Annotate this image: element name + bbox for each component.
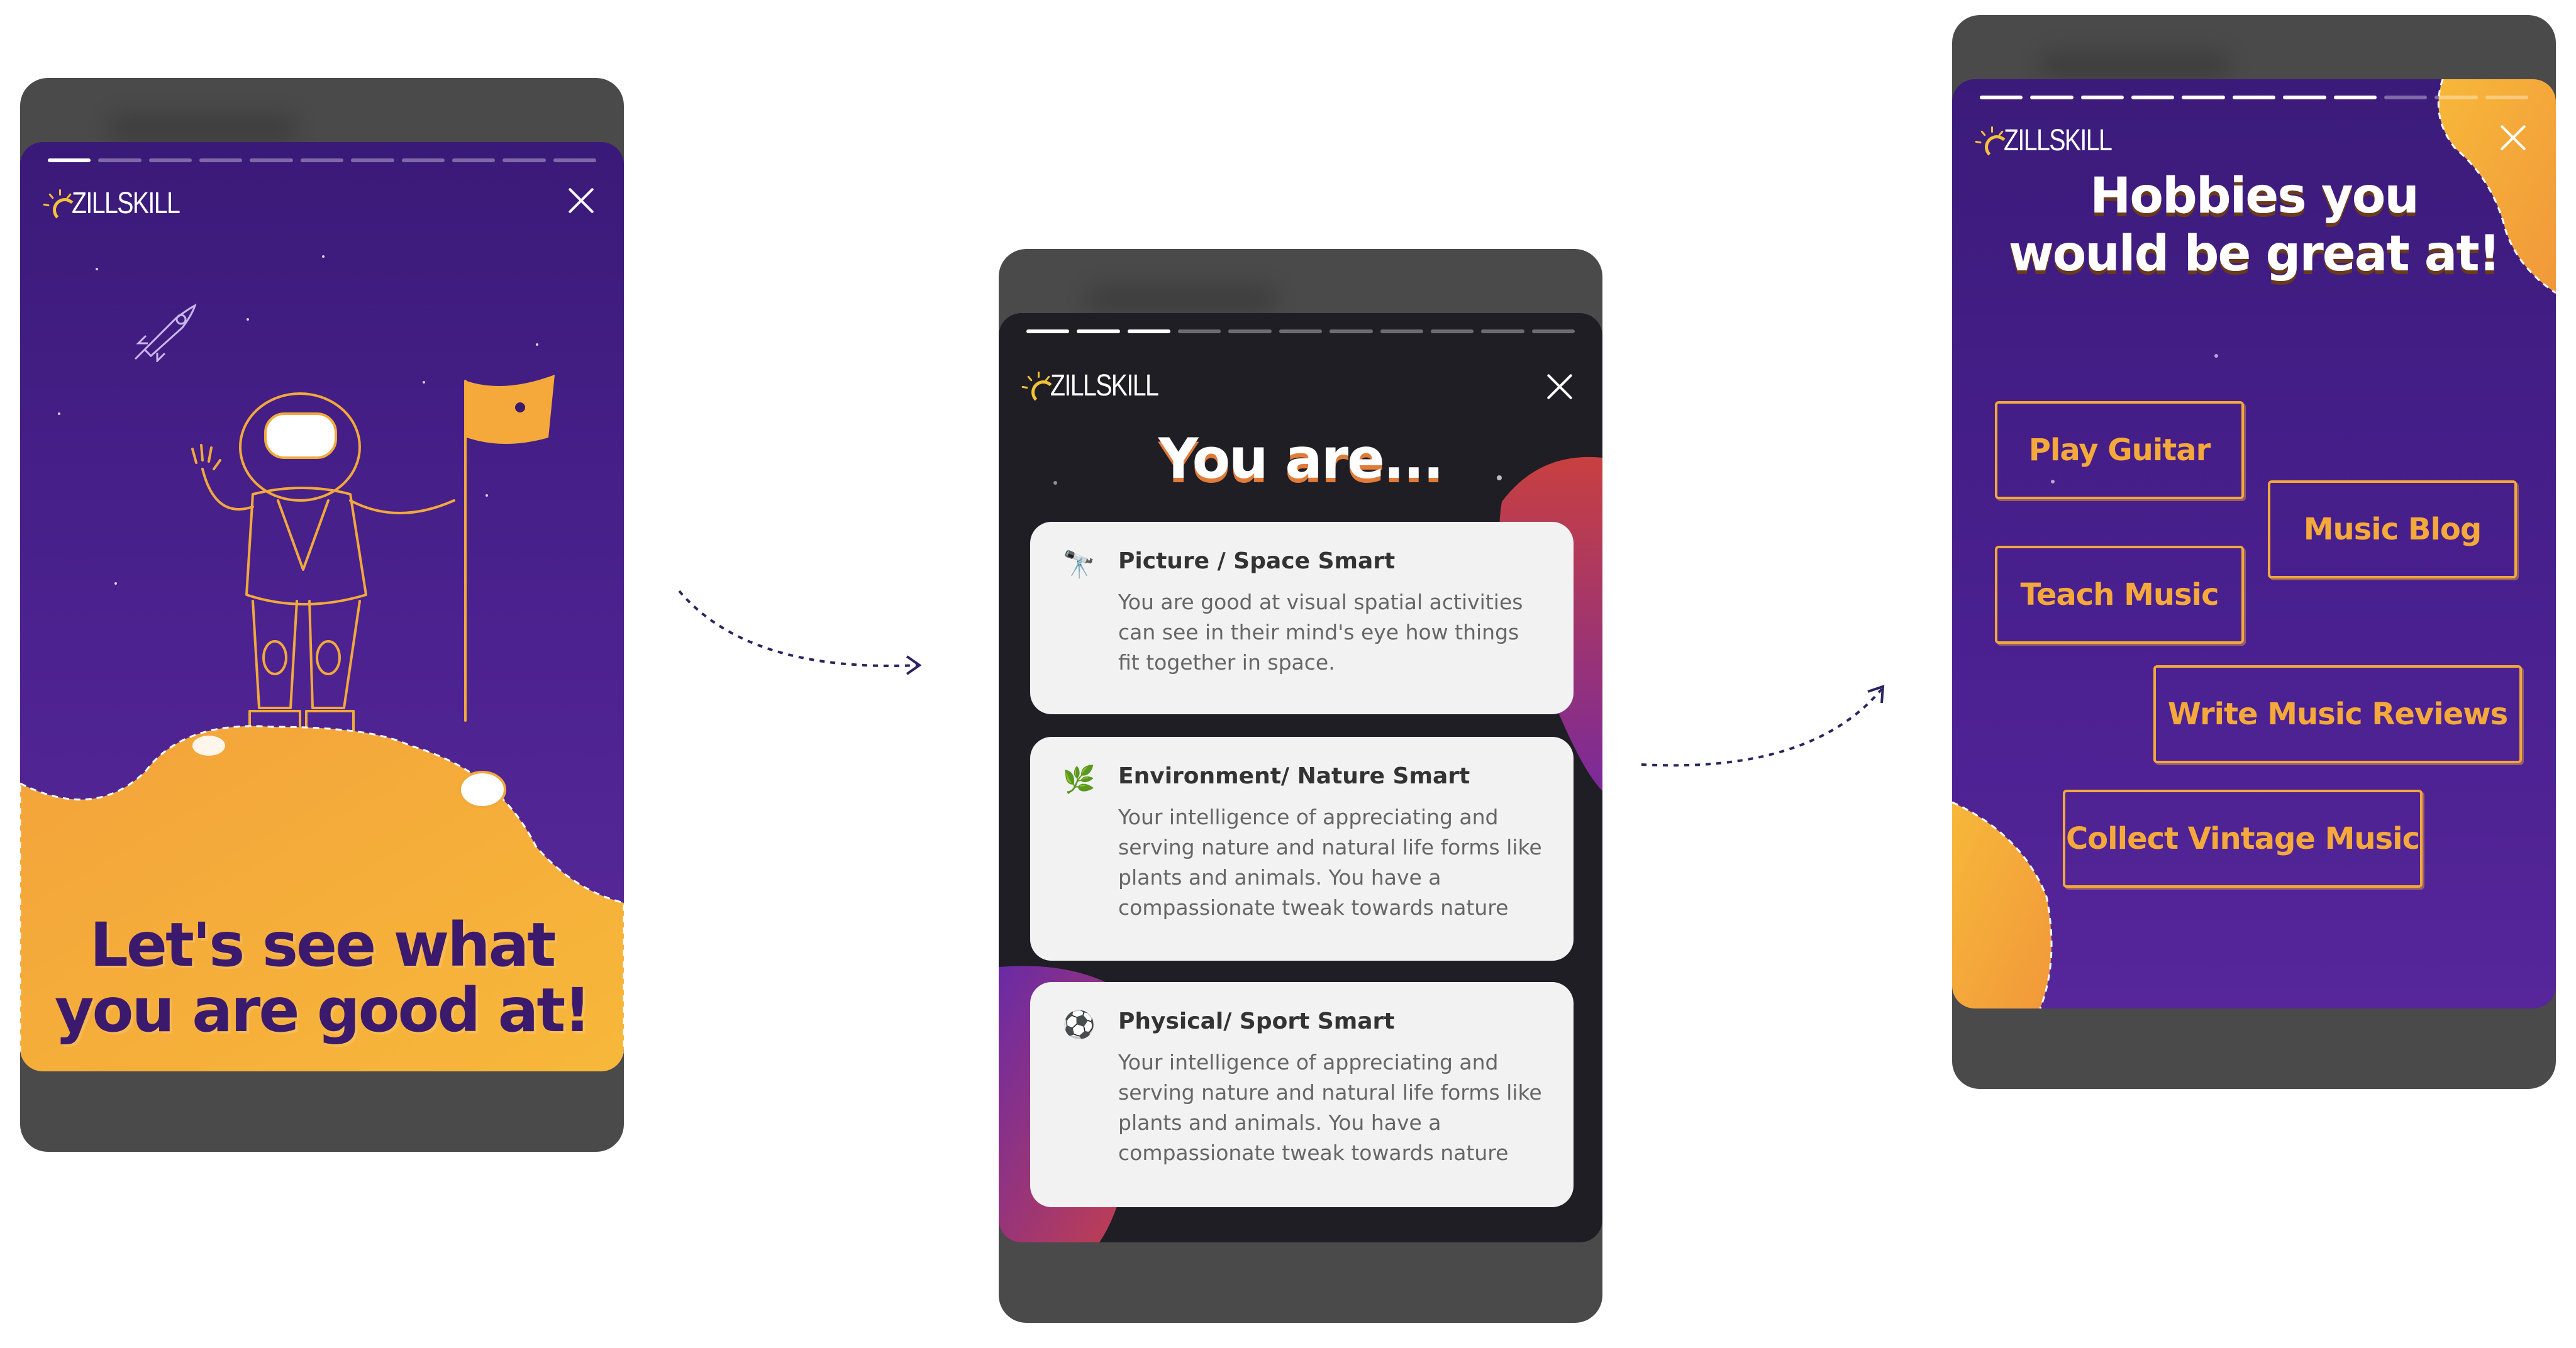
progress-segment [1026, 329, 1070, 333]
result-title: You are... [1158, 426, 1444, 491]
telescope-icon: 🔭 [1062, 549, 1096, 580]
progress-segment [199, 158, 243, 162]
progress-segment [1980, 96, 2023, 99]
logo-text: ZILLSKILL [72, 187, 180, 220]
progress-segment [351, 158, 394, 162]
progress-segment [1330, 329, 1373, 333]
sun-logo-icon [1021, 371, 1055, 404]
leaf-icon: 🌿 [1062, 764, 1096, 795]
progress-segment [401, 158, 445, 162]
title-line-1: Hobbies you [2090, 168, 2419, 224]
intelligence-card-2[interactable]: 🌿 Environment/ Nature Smart Your intelli… [1030, 737, 1574, 961]
progress-segment [2131, 96, 2175, 99]
progress-segment [1531, 329, 1575, 333]
logo-text: ZILLSKILL [2004, 124, 2112, 157]
soccer-ball-icon: ⚽ [1062, 1009, 1096, 1040]
progress-segment [1430, 329, 1474, 333]
close-icon[interactable] [564, 182, 599, 218]
progress-segment [2333, 96, 2377, 99]
phone-frame-1: ZILLSKILL Let's see what you are good at… [20, 78, 624, 1152]
progress-segment [452, 158, 496, 162]
sun-logo-icon [43, 189, 77, 222]
card-title: Picture / Space Smart [1118, 548, 1396, 574]
intelligence-card-3[interactable]: ⚽ Physical/ Sport Smart Your intelligenc… [1030, 982, 1574, 1207]
close-icon[interactable] [1542, 368, 1577, 404]
hobby-chip-collect-vintage-music[interactable]: Collect Vintage Music [2063, 790, 2423, 888]
flow-arrow-1 [678, 590, 922, 675]
phone-frame-2: ZILLSKILL You are... 🔭 Picture / Space S… [999, 249, 1602, 1323]
hobby-chip-play-guitar[interactable]: Play Guitar [1995, 401, 2244, 499]
flow-arrow-2 [1641, 685, 1885, 767]
story-progress-bar [1980, 96, 2528, 99]
zillskill-logo: ZILLSKILL [1021, 368, 1182, 404]
logo-text: ZILLSKILL [1050, 369, 1159, 402]
progress-segment [148, 158, 192, 162]
story-progress-bar [1026, 329, 1575, 333]
progress-segment [48, 158, 91, 162]
progress-segment [2080, 96, 2124, 99]
progress-segment [1127, 329, 1171, 333]
screen-hobbies: ZILLSKILL Hobbies you would be great at!… [1952, 79, 2556, 1008]
progress-segment [300, 158, 344, 162]
progress-segment [2283, 96, 2326, 99]
card-description: You are good at visual spatial activitie… [1118, 590, 1523, 675]
progress-segment [1380, 329, 1423, 333]
progress-segment [1077, 329, 1120, 333]
rocket-icon [134, 304, 197, 362]
progress-segment [553, 158, 596, 162]
screen-intro: ZILLSKILL Let's see what you are good at… [20, 142, 624, 1071]
progress-segment [1481, 329, 1524, 333]
title-line-2: would be great at! [2008, 226, 2501, 282]
phone-frame-3: ZILLSKILL Hobbies you would be great at!… [1952, 15, 2556, 1089]
progress-segment [2434, 96, 2478, 99]
screen-you-are: ZILLSKILL You are... 🔭 Picture / Space S… [999, 313, 1602, 1242]
headline-line-2: you are good at! [54, 975, 591, 1046]
progress-segment [2384, 96, 2428, 99]
hobbies-title: Hobbies you would be great at! [1952, 167, 2556, 283]
hobby-chip-music-blog[interactable]: Music Blog [2268, 480, 2517, 578]
card-title: Physical/ Sport Smart [1118, 1008, 1395, 1034]
close-icon[interactable] [2496, 119, 2531, 155]
story-progress-bar [48, 158, 596, 162]
intro-headline: Let's see what you are good at! [20, 912, 624, 1043]
progress-segment [2232, 96, 2276, 99]
progress-segment [502, 158, 546, 162]
card-description: Your intelligence of appreciating and se… [1118, 805, 1542, 920]
card-title: Environment/ Nature Smart [1118, 763, 1470, 789]
progress-segment [2030, 96, 2074, 99]
progress-segment [1279, 329, 1323, 333]
progress-segment [1228, 329, 1272, 333]
sun-logo-icon [1975, 126, 2009, 159]
progress-segment [250, 158, 293, 162]
progress-segment [2485, 96, 2528, 99]
intelligence-card-1[interactable]: 🔭 Picture / Space Smart You are good at … [1030, 522, 1574, 714]
zillskill-logo: ZILLSKILL [43, 186, 203, 222]
progress-segment [98, 158, 142, 162]
hobby-chip-teach-music[interactable]: Teach Music [1995, 546, 2244, 644]
hobby-chip-write-music-reviews[interactable]: Write Music Reviews [2153, 665, 2522, 763]
zillskill-logo: ZILLSKILL [1975, 123, 2135, 159]
headline-line-1: Let's see what [89, 910, 557, 980]
progress-segment [1178, 329, 1221, 333]
card-description: Your intelligence of appreciating and se… [1118, 1050, 1542, 1165]
progress-segment [2182, 96, 2225, 99]
